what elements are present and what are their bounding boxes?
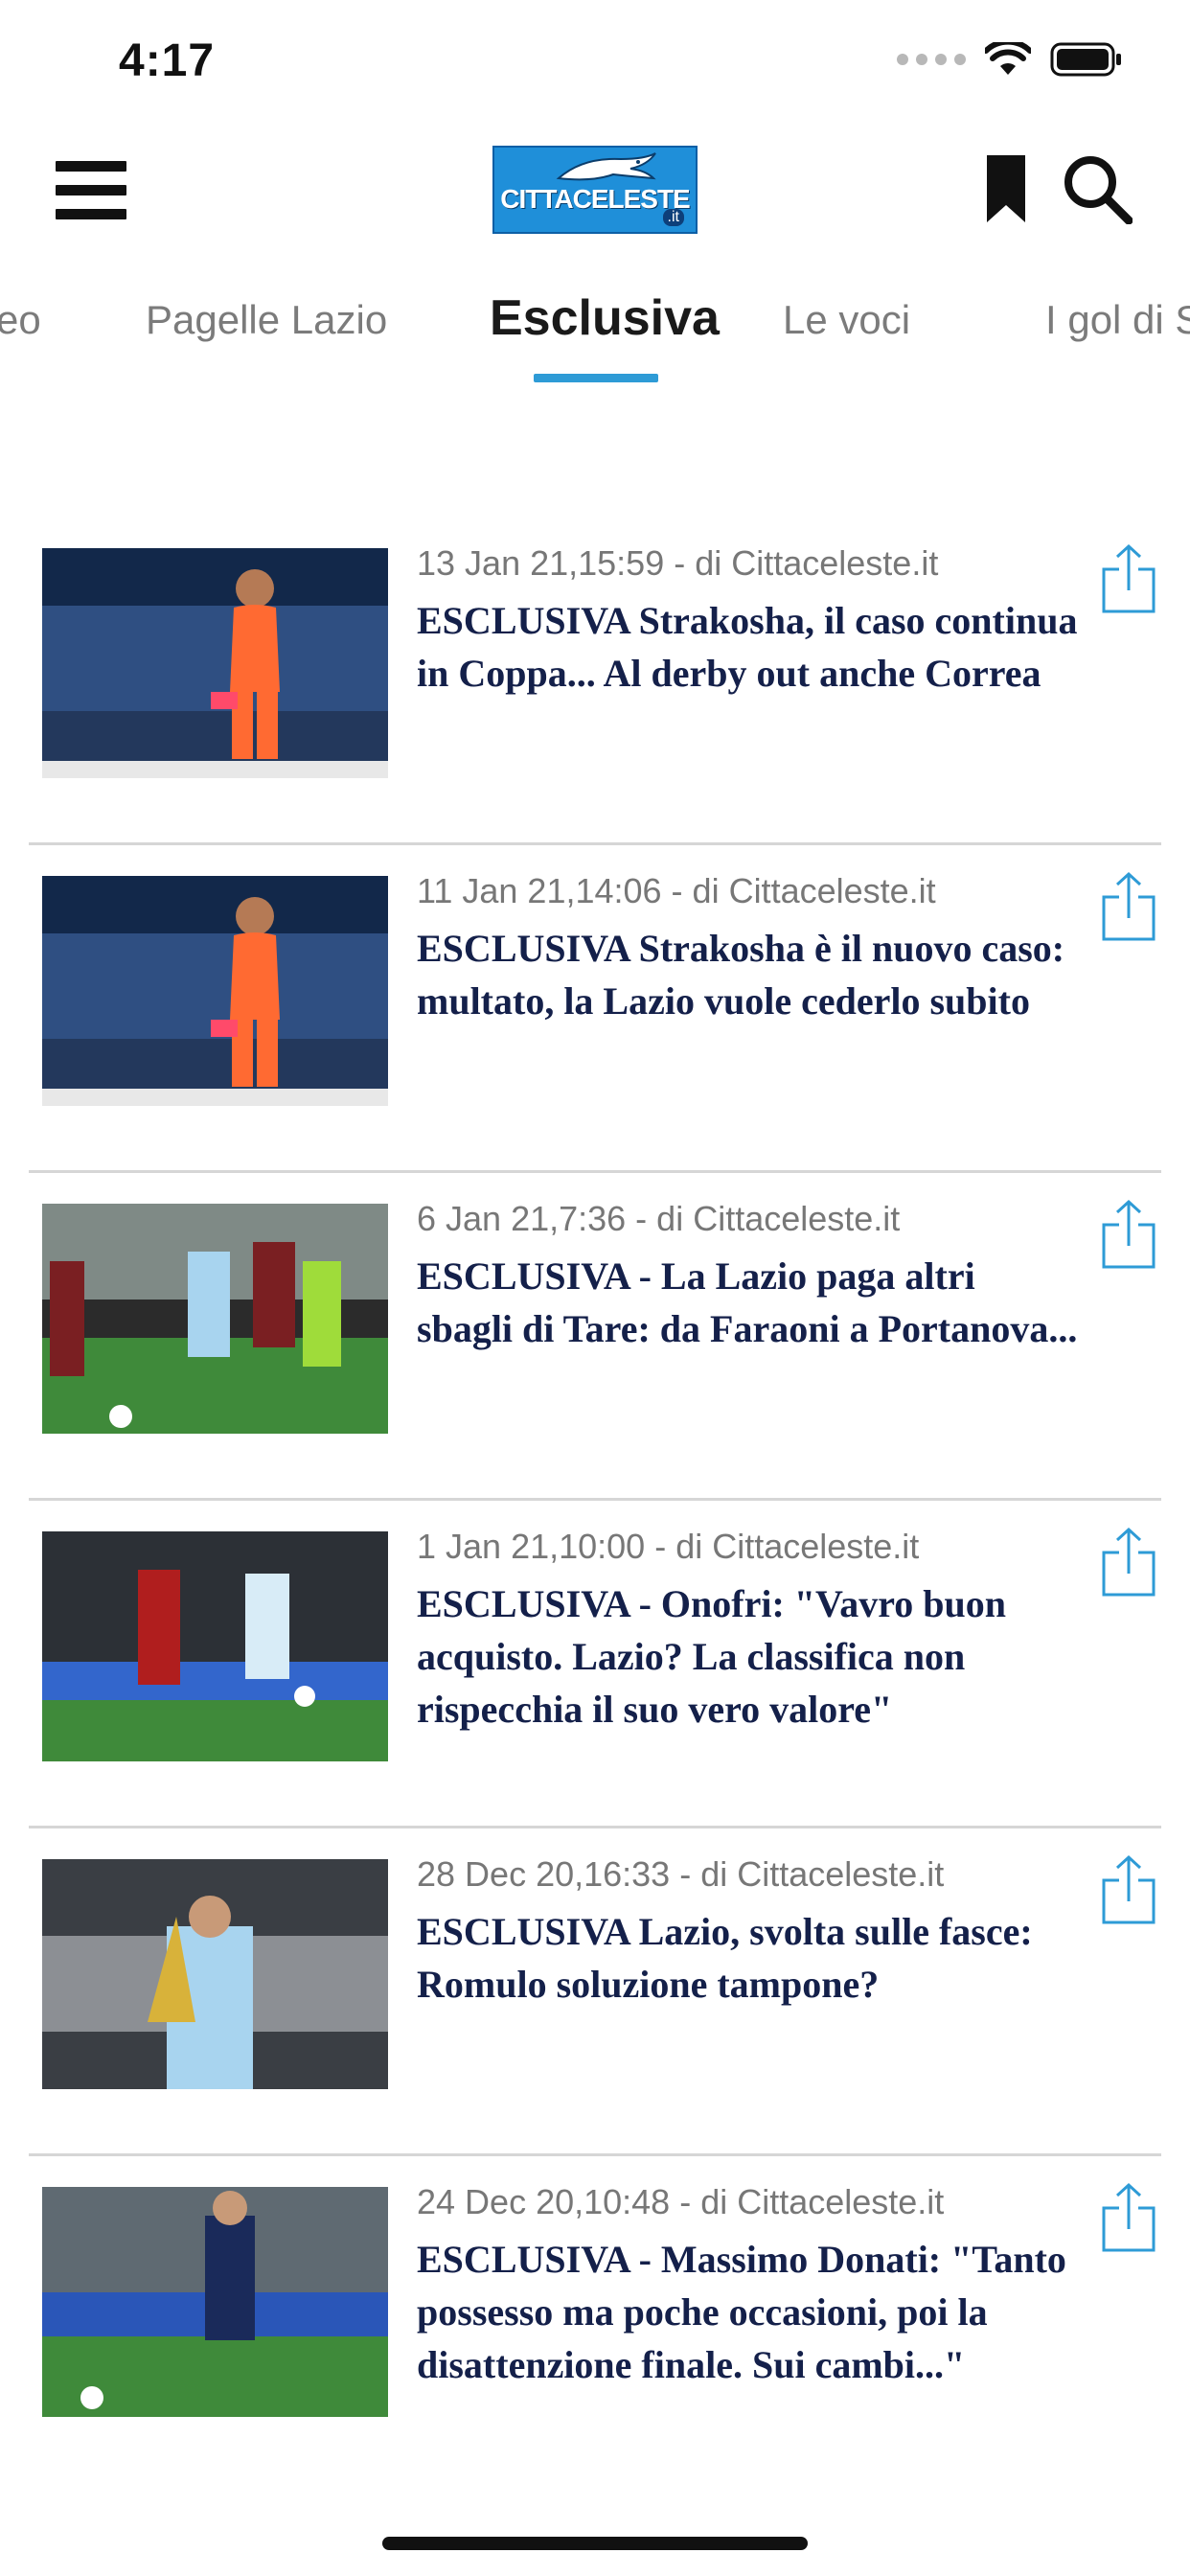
status-icons: [897, 42, 1123, 77]
bookmark-icon[interactable]: [985, 153, 1027, 224]
logo-sub: .it: [662, 209, 684, 226]
article-title[interactable]: ESCLUSIVA - Massimo Donati: "Tanto posse…: [417, 2233, 1078, 2391]
article-item[interactable]: 6 Jan 21,7:36 - di Cittaceleste.it ESCLU…: [0, 1173, 1190, 1501]
tab-le-voci[interactable]: Le voci: [783, 297, 910, 343]
search-icon[interactable]: [1062, 153, 1133, 224]
home-indicator[interactable]: [382, 2537, 808, 2550]
article-item[interactable]: 11 Jan 21,14:06 - di Cittaceleste.it ESC…: [0, 845, 1190, 1173]
article-meta: 28 Dec 20,16:33 - di Cittaceleste.it: [417, 1854, 945, 1894]
article-title[interactable]: ESCLUSIVA Lazio, svolta sulle fasce: Rom…: [417, 1905, 1078, 2011]
article-thumbnail: [42, 548, 388, 778]
active-tab-indicator: [534, 374, 658, 382]
article-meta: 1 Jan 21,10:00 - di Cittaceleste.it: [417, 1527, 920, 1566]
share-icon[interactable]: [1100, 542, 1157, 615]
wifi-icon: [985, 42, 1031, 75]
article-thumbnail: [42, 876, 388, 1106]
article-thumbnail: [42, 1204, 388, 1434]
nav-bar: CITTACELESTE .it: [0, 125, 1190, 259]
article-meta: 6 Jan 21,7:36 - di Cittaceleste.it: [417, 1199, 901, 1238]
signal-icon: [897, 54, 966, 65]
tab-video[interactable]: eo: [0, 297, 41, 343]
article-title[interactable]: ESCLUSIVA - La Lazio paga altri sbagli d…: [417, 1250, 1078, 1355]
status-time: 4:17: [119, 35, 216, 86]
tab-pagelle-lazio[interactable]: Pagelle Lazio: [146, 297, 387, 343]
share-icon[interactable]: [1100, 870, 1157, 943]
article-thumbnail: [42, 2187, 388, 2417]
article-title[interactable]: ESCLUSIVA Strakosha è il nuovo caso: mul…: [417, 922, 1078, 1027]
status-bar: 4:17: [0, 0, 1190, 125]
tab-i-gol[interactable]: I gol di S: [1045, 297, 1190, 343]
article-thumbnail: [42, 1531, 388, 1761]
battery-icon: [1050, 42, 1121, 77]
article-item[interactable]: 1 Jan 21,10:00 - di Cittaceleste.it ESCL…: [0, 1501, 1190, 1828]
article-meta: 11 Jan 21,14:06 - di Cittaceleste.it: [417, 871, 936, 910]
article-item[interactable]: 13 Jan 21,15:59 - di Cittaceleste.it ESC…: [0, 518, 1190, 845]
article-meta: 24 Dec 20,10:48 - di Cittaceleste.it: [417, 2182, 945, 2221]
tab-esclusiva[interactable]: Esclusiva: [490, 289, 720, 347]
share-icon[interactable]: [1100, 2181, 1157, 2254]
article-thumbnail: [42, 1859, 388, 2089]
category-tabs: eo Pagelle Lazio Esclusiva Le voci I gol…: [0, 278, 1190, 393]
eagle-icon: [556, 152, 656, 181]
article-meta: 13 Jan 21,15:59 - di Cittaceleste.it: [417, 543, 939, 583]
article-title[interactable]: ESCLUSIVA - Onofri: "Vavro buon acquisto…: [417, 1577, 1078, 1736]
share-icon[interactable]: [1100, 1526, 1157, 1598]
share-icon[interactable]: [1100, 1853, 1157, 1926]
article-item[interactable]: 28 Dec 20,16:33 - di Cittaceleste.it ESC…: [0, 1828, 1190, 2156]
article-title[interactable]: ESCLUSIVA Strakosha, il caso continua in…: [417, 594, 1078, 700]
menu-icon[interactable]: [56, 161, 126, 220]
share-icon[interactable]: [1100, 1198, 1157, 1271]
article-item[interactable]: 24 Dec 20,10:48 - di Cittaceleste.it ESC…: [0, 2156, 1190, 2484]
logo[interactable]: CITTACELESTE .it: [492, 146, 698, 234]
